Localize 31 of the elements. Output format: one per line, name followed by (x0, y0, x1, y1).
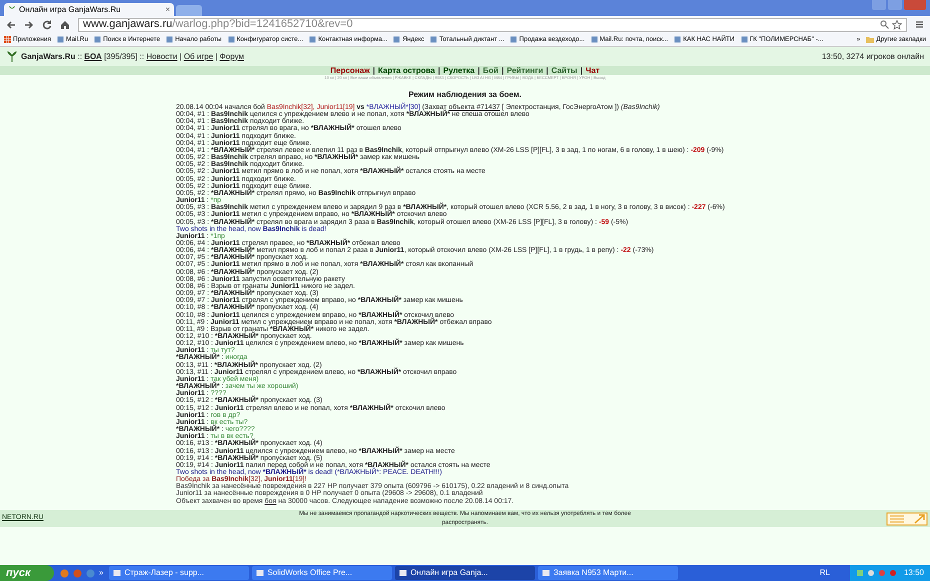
nav-link[interactable]: Бой (482, 64, 498, 76)
browser-tab[interactable]: Онлайн игра GanjaWars.Ru × (4, 3, 174, 16)
link[interactable]: Об игре (184, 52, 214, 60)
link[interactable]: БОА (84, 52, 102, 60)
taskbar-button[interactable]: Онлайн игра Ganja... (395, 566, 536, 580)
nav-separator: | (438, 64, 440, 76)
taskbar-button[interactable]: SolidWorks Office Pre... (252, 566, 392, 580)
link[interactable]: Форум (220, 52, 244, 60)
more-button[interactable]: » (99, 567, 104, 579)
nav-link[interactable]: Рулетка (443, 64, 475, 76)
nav-link[interactable]: Персонаж (330, 64, 370, 76)
nav-separator: | (372, 64, 376, 76)
nav-link[interactable]: Рейтинги (506, 64, 544, 76)
link[interactable]: Новости (146, 52, 178, 60)
nav-link[interactable]: Сайты (551, 64, 578, 76)
address-field[interactable]: www.ganjawars.ru/warlog.php?bid=1241652710&rev=0 (78, 18, 907, 32)
start-button[interactable]: пуск (0, 565, 54, 581)
close-icon[interactable]: × (165, 4, 170, 16)
log-title: Режим наблюдения за боем. (408, 89, 522, 101)
site-header-links: GanjaWars.Ru :: БОА [395/395] :: Новости | Об игре | Форум (21, 50, 244, 62)
clock: 13:50 (904, 567, 924, 579)
nav-separator: | (478, 64, 480, 76)
nav-separator: | (501, 64, 504, 76)
taskbar-button[interactable]: Заявка N953 Марти... (538, 566, 678, 580)
language-indicator[interactable]: RL (820, 567, 830, 579)
nav-separator: | (546, 64, 548, 76)
taskbar-button[interactable]: Страж-Лазер - supp... (109, 566, 250, 580)
online-count: 13:50, 3274 игроков онлайн (822, 50, 924, 62)
nav-separator: | (580, 64, 583, 76)
nav-link[interactable]: Чат (586, 64, 600, 76)
nav-link[interactable]: Карта острова (378, 64, 435, 76)
